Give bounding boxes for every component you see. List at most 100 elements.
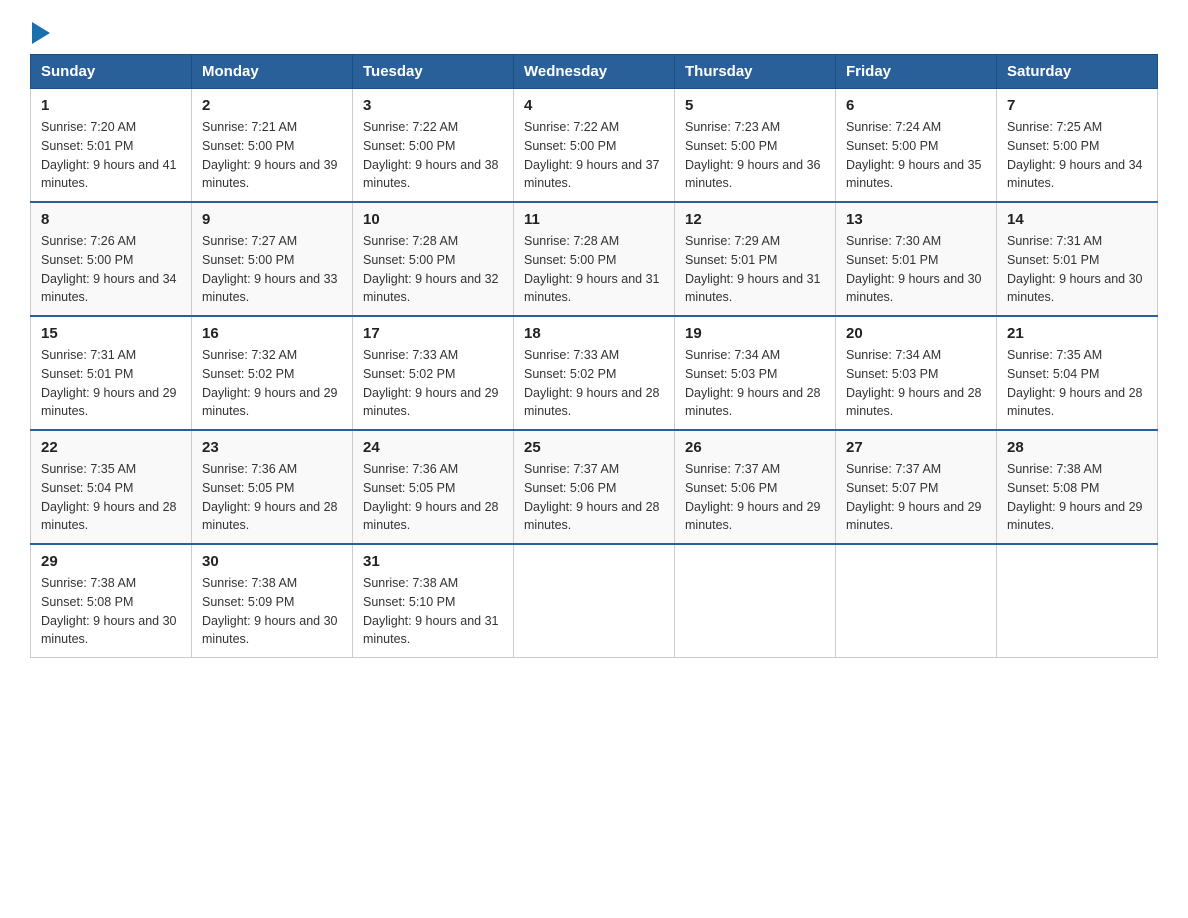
calendar-cell: 1 Sunrise: 7:20 AM Sunset: 5:01 PM Dayli… bbox=[31, 89, 192, 203]
calendar-cell: 18 Sunrise: 7:33 AM Sunset: 5:02 PM Dayl… bbox=[514, 316, 675, 430]
day-info: Sunrise: 7:27 AM Sunset: 5:00 PM Dayligh… bbox=[202, 232, 342, 307]
day-info: Sunrise: 7:22 AM Sunset: 5:00 PM Dayligh… bbox=[363, 118, 503, 193]
day-info: Sunrise: 7:29 AM Sunset: 5:01 PM Dayligh… bbox=[685, 232, 825, 307]
day-number: 30 bbox=[202, 553, 342, 570]
day-info: Sunrise: 7:36 AM Sunset: 5:05 PM Dayligh… bbox=[202, 460, 342, 535]
calendar-week-row: 15 Sunrise: 7:31 AM Sunset: 5:01 PM Dayl… bbox=[31, 316, 1158, 430]
calendar-week-row: 29 Sunrise: 7:38 AM Sunset: 5:08 PM Dayl… bbox=[31, 544, 1158, 658]
day-info: Sunrise: 7:35 AM Sunset: 5:04 PM Dayligh… bbox=[1007, 346, 1147, 421]
calendar-table: SundayMondayTuesdayWednesdayThursdayFrid… bbox=[30, 54, 1158, 658]
calendar-header-row: SundayMondayTuesdayWednesdayThursdayFrid… bbox=[31, 55, 1158, 89]
day-info: Sunrise: 7:37 AM Sunset: 5:07 PM Dayligh… bbox=[846, 460, 986, 535]
logo-arrow-icon bbox=[32, 22, 50, 44]
day-number: 9 bbox=[202, 211, 342, 228]
calendar-cell: 14 Sunrise: 7:31 AM Sunset: 5:01 PM Dayl… bbox=[997, 202, 1158, 316]
day-info: Sunrise: 7:31 AM Sunset: 5:01 PM Dayligh… bbox=[41, 346, 181, 421]
calendar-week-row: 1 Sunrise: 7:20 AM Sunset: 5:01 PM Dayli… bbox=[31, 89, 1158, 203]
calendar-cell: 25 Sunrise: 7:37 AM Sunset: 5:06 PM Dayl… bbox=[514, 430, 675, 544]
calendar-cell: 19 Sunrise: 7:34 AM Sunset: 5:03 PM Dayl… bbox=[675, 316, 836, 430]
day-number: 25 bbox=[524, 439, 664, 456]
header-tuesday: Tuesday bbox=[353, 55, 514, 89]
calendar-cell bbox=[836, 544, 997, 658]
header-friday: Friday bbox=[836, 55, 997, 89]
day-number: 20 bbox=[846, 325, 986, 342]
calendar-week-row: 8 Sunrise: 7:26 AM Sunset: 5:00 PM Dayli… bbox=[31, 202, 1158, 316]
calendar-cell: 15 Sunrise: 7:31 AM Sunset: 5:01 PM Dayl… bbox=[31, 316, 192, 430]
calendar-cell: 8 Sunrise: 7:26 AM Sunset: 5:00 PM Dayli… bbox=[31, 202, 192, 316]
calendar-cell: 28 Sunrise: 7:38 AM Sunset: 5:08 PM Dayl… bbox=[997, 430, 1158, 544]
calendar-cell: 20 Sunrise: 7:34 AM Sunset: 5:03 PM Dayl… bbox=[836, 316, 997, 430]
calendar-cell: 7 Sunrise: 7:25 AM Sunset: 5:00 PM Dayli… bbox=[997, 89, 1158, 203]
day-number: 18 bbox=[524, 325, 664, 342]
calendar-cell: 12 Sunrise: 7:29 AM Sunset: 5:01 PM Dayl… bbox=[675, 202, 836, 316]
header-saturday: Saturday bbox=[997, 55, 1158, 89]
header-wednesday: Wednesday bbox=[514, 55, 675, 89]
day-number: 29 bbox=[41, 553, 181, 570]
day-number: 3 bbox=[363, 97, 503, 114]
day-info: Sunrise: 7:38 AM Sunset: 5:08 PM Dayligh… bbox=[1007, 460, 1147, 535]
day-info: Sunrise: 7:25 AM Sunset: 5:00 PM Dayligh… bbox=[1007, 118, 1147, 193]
day-number: 15 bbox=[41, 325, 181, 342]
day-info: Sunrise: 7:38 AM Sunset: 5:08 PM Dayligh… bbox=[41, 574, 181, 649]
day-number: 5 bbox=[685, 97, 825, 114]
day-info: Sunrise: 7:24 AM Sunset: 5:00 PM Dayligh… bbox=[846, 118, 986, 193]
day-number: 1 bbox=[41, 97, 181, 114]
calendar-cell: 11 Sunrise: 7:28 AM Sunset: 5:00 PM Dayl… bbox=[514, 202, 675, 316]
day-info: Sunrise: 7:26 AM Sunset: 5:00 PM Dayligh… bbox=[41, 232, 181, 307]
day-info: Sunrise: 7:32 AM Sunset: 5:02 PM Dayligh… bbox=[202, 346, 342, 421]
day-info: Sunrise: 7:38 AM Sunset: 5:09 PM Dayligh… bbox=[202, 574, 342, 649]
calendar-cell: 27 Sunrise: 7:37 AM Sunset: 5:07 PM Dayl… bbox=[836, 430, 997, 544]
calendar-cell: 30 Sunrise: 7:38 AM Sunset: 5:09 PM Dayl… bbox=[192, 544, 353, 658]
day-info: Sunrise: 7:37 AM Sunset: 5:06 PM Dayligh… bbox=[685, 460, 825, 535]
day-number: 17 bbox=[363, 325, 503, 342]
day-info: Sunrise: 7:33 AM Sunset: 5:02 PM Dayligh… bbox=[524, 346, 664, 421]
calendar-cell: 29 Sunrise: 7:38 AM Sunset: 5:08 PM Dayl… bbox=[31, 544, 192, 658]
day-number: 26 bbox=[685, 439, 825, 456]
day-info: Sunrise: 7:21 AM Sunset: 5:00 PM Dayligh… bbox=[202, 118, 342, 193]
day-number: 27 bbox=[846, 439, 986, 456]
day-info: Sunrise: 7:35 AM Sunset: 5:04 PM Dayligh… bbox=[41, 460, 181, 535]
day-info: Sunrise: 7:30 AM Sunset: 5:01 PM Dayligh… bbox=[846, 232, 986, 307]
day-info: Sunrise: 7:31 AM Sunset: 5:01 PM Dayligh… bbox=[1007, 232, 1147, 307]
calendar-cell: 4 Sunrise: 7:22 AM Sunset: 5:00 PM Dayli… bbox=[514, 89, 675, 203]
day-number: 12 bbox=[685, 211, 825, 228]
day-number: 22 bbox=[41, 439, 181, 456]
day-number: 23 bbox=[202, 439, 342, 456]
day-info: Sunrise: 7:33 AM Sunset: 5:02 PM Dayligh… bbox=[363, 346, 503, 421]
logo bbox=[30, 20, 50, 44]
day-info: Sunrise: 7:34 AM Sunset: 5:03 PM Dayligh… bbox=[846, 346, 986, 421]
day-info: Sunrise: 7:28 AM Sunset: 5:00 PM Dayligh… bbox=[363, 232, 503, 307]
calendar-cell: 5 Sunrise: 7:23 AM Sunset: 5:00 PM Dayli… bbox=[675, 89, 836, 203]
day-number: 4 bbox=[524, 97, 664, 114]
day-number: 6 bbox=[846, 97, 986, 114]
day-info: Sunrise: 7:38 AM Sunset: 5:10 PM Dayligh… bbox=[363, 574, 503, 649]
calendar-cell: 13 Sunrise: 7:30 AM Sunset: 5:01 PM Dayl… bbox=[836, 202, 997, 316]
calendar-week-row: 22 Sunrise: 7:35 AM Sunset: 5:04 PM Dayl… bbox=[31, 430, 1158, 544]
day-number: 21 bbox=[1007, 325, 1147, 342]
day-number: 10 bbox=[363, 211, 503, 228]
header-monday: Monday bbox=[192, 55, 353, 89]
calendar-cell: 24 Sunrise: 7:36 AM Sunset: 5:05 PM Dayl… bbox=[353, 430, 514, 544]
calendar-cell: 17 Sunrise: 7:33 AM Sunset: 5:02 PM Dayl… bbox=[353, 316, 514, 430]
calendar-cell: 26 Sunrise: 7:37 AM Sunset: 5:06 PM Dayl… bbox=[675, 430, 836, 544]
calendar-cell: 31 Sunrise: 7:38 AM Sunset: 5:10 PM Dayl… bbox=[353, 544, 514, 658]
day-number: 13 bbox=[846, 211, 986, 228]
day-info: Sunrise: 7:34 AM Sunset: 5:03 PM Dayligh… bbox=[685, 346, 825, 421]
day-number: 16 bbox=[202, 325, 342, 342]
calendar-cell: 16 Sunrise: 7:32 AM Sunset: 5:02 PM Dayl… bbox=[192, 316, 353, 430]
day-number: 8 bbox=[41, 211, 181, 228]
day-info: Sunrise: 7:37 AM Sunset: 5:06 PM Dayligh… bbox=[524, 460, 664, 535]
calendar-cell: 6 Sunrise: 7:24 AM Sunset: 5:00 PM Dayli… bbox=[836, 89, 997, 203]
day-number: 24 bbox=[363, 439, 503, 456]
day-number: 2 bbox=[202, 97, 342, 114]
day-number: 7 bbox=[1007, 97, 1147, 114]
calendar-cell bbox=[997, 544, 1158, 658]
day-info: Sunrise: 7:36 AM Sunset: 5:05 PM Dayligh… bbox=[363, 460, 503, 535]
calendar-cell: 23 Sunrise: 7:36 AM Sunset: 5:05 PM Dayl… bbox=[192, 430, 353, 544]
header-thursday: Thursday bbox=[675, 55, 836, 89]
day-number: 31 bbox=[363, 553, 503, 570]
day-info: Sunrise: 7:22 AM Sunset: 5:00 PM Dayligh… bbox=[524, 118, 664, 193]
day-info: Sunrise: 7:20 AM Sunset: 5:01 PM Dayligh… bbox=[41, 118, 181, 193]
calendar-cell bbox=[675, 544, 836, 658]
day-number: 28 bbox=[1007, 439, 1147, 456]
